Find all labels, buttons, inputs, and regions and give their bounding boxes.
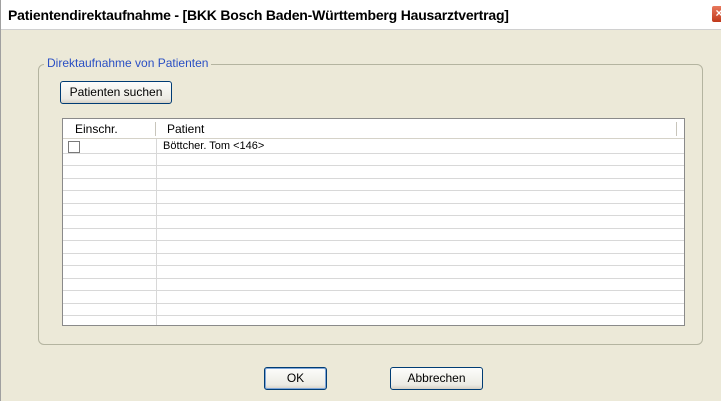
- dialog-window: Patientendirektaufnahme - [BKK Bosch Bad…: [0, 0, 721, 401]
- table-row[interactable]: [63, 254, 684, 266]
- cancel-button[interactable]: Abbrechen: [390, 367, 483, 390]
- column-separator[interactable]: [155, 122, 156, 136]
- table-row[interactable]: [63, 154, 684, 166]
- table-row[interactable]: Böttcher. Tom <146>: [63, 140, 684, 154]
- group-legend: Direktaufnahme von Patienten: [44, 56, 212, 70]
- table-row[interactable]: [63, 166, 684, 179]
- window-title: Patientendirektaufnahme - [BKK Bosch Bad…: [8, 7, 509, 23]
- title-bar[interactable]: Patientendirektaufnahme - [BKK Bosch Bad…: [1, 0, 721, 30]
- table-header: Einschr. Patient: [63, 119, 684, 139]
- table-row[interactable]: [63, 279, 684, 291]
- table-row[interactable]: [63, 204, 684, 216]
- table-row[interactable]: [63, 179, 684, 191]
- table-row[interactable]: [63, 191, 684, 204]
- ok-button[interactable]: OK: [264, 367, 327, 390]
- restriction-checkbox[interactable]: [68, 141, 80, 153]
- table-row[interactable]: [63, 266, 684, 279]
- column-separator[interactable]: [676, 122, 677, 136]
- table-row[interactable]: [63, 304, 684, 316]
- table-row[interactable]: [63, 291, 684, 304]
- close-icon: ×: [715, 6, 721, 20]
- patient-cell: Böttcher. Tom <146>: [163, 140, 265, 152]
- close-button[interactable]: ×: [711, 5, 721, 23]
- patients-table: Einschr. Patient Böttcher. Tom <146>: [62, 118, 685, 326]
- table-row[interactable]: [63, 229, 684, 241]
- search-patients-button[interactable]: Patienten suchen: [60, 81, 172, 104]
- table-row[interactable]: [63, 241, 684, 254]
- table-row[interactable]: [63, 216, 684, 229]
- column-header-patient[interactable]: Patient: [167, 122, 204, 136]
- column-header-restriction[interactable]: Einschr.: [75, 122, 118, 136]
